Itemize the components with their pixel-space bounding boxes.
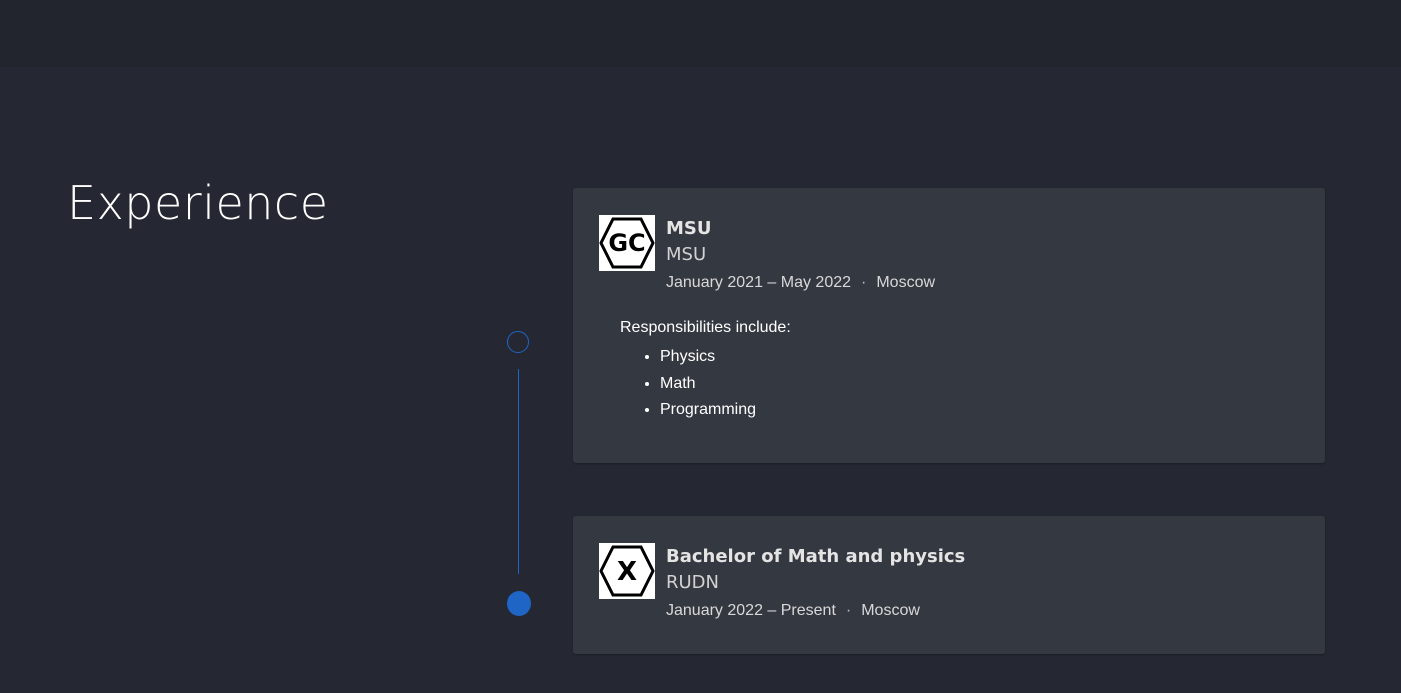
logo-text: GC <box>608 229 645 257</box>
timeline-marker-filled <box>507 591 531 616</box>
experience-dates: January 2022 – Present <box>666 602 836 619</box>
logo-text: X <box>617 557 637 587</box>
x-hexagon-logo-icon: X <box>599 543 655 599</box>
experience-dates: January 2021 – May 2022 <box>666 274 852 291</box>
section-title: Experience <box>67 176 329 230</box>
top-navbar <box>0 0 1401 67</box>
experience-location: Moscow <box>861 602 920 619</box>
experience-meta: January 2022 – Present · Moscow <box>666 597 965 625</box>
experience-meta: January 2021 – May 2022 · Moscow <box>666 269 935 297</box>
experience-title: MSU <box>666 218 712 239</box>
experience-card: GC MSU MSU January 2021 – May 2022 · Mosco… <box>573 188 1325 463</box>
experience-organization: MSU <box>666 244 707 265</box>
timeline-marker-outline <box>507 331 529 353</box>
experience-card: X Bachelor of Math and physics RUDN Janu… <box>573 516 1325 654</box>
responsibility-list: Physics Math Programming <box>620 344 791 424</box>
meta-separator: · <box>861 274 867 291</box>
list-item: Math <box>660 371 791 398</box>
gc-hexagon-logo-icon: GC <box>599 215 655 271</box>
experience-title: Bachelor of Math and physics <box>666 546 966 567</box>
experience-organization: RUDN <box>666 572 720 593</box>
list-item: Physics <box>660 344 791 371</box>
list-item: Programming <box>660 397 791 424</box>
description-intro: Responsibilities include: <box>620 319 791 336</box>
experience-description: Responsibilities include: Physics Math P… <box>620 316 791 424</box>
experience-location: Moscow <box>876 274 936 291</box>
timeline-line <box>518 369 519 574</box>
meta-separator: · <box>845 602 852 619</box>
